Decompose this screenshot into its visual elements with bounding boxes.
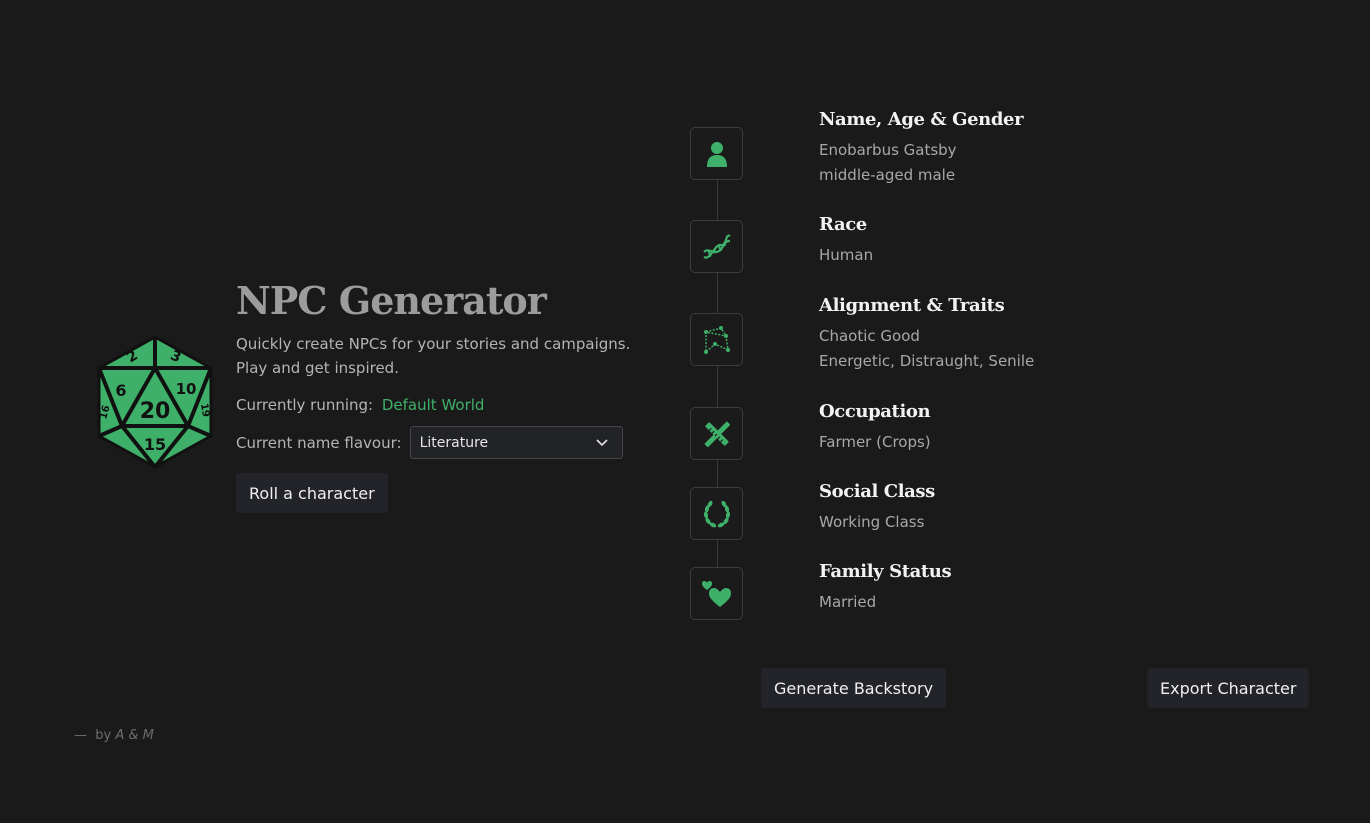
roll-character-button[interactable]: Roll a character	[236, 473, 388, 513]
name-age-gender-section: Name, Age & Gender Enobarbus Gatsby midd…	[819, 108, 1024, 188]
character-family-status: Married	[819, 593, 877, 611]
select-value: Literature	[419, 434, 489, 451]
crossed-tools-icon	[690, 407, 743, 460]
occupation-section: Occupation Farmer (Crops)	[819, 400, 931, 455]
credit-by: by	[95, 728, 112, 743]
laurel-wreath-icon	[690, 487, 743, 540]
credit-authors: A & M	[115, 728, 154, 743]
family-status-section: Family Status Married	[819, 560, 952, 615]
current-world: Currently running: Default World	[236, 396, 656, 414]
race-section: Race Human	[819, 213, 873, 268]
credit-dash: —	[74, 728, 87, 743]
dice-number-6: 6	[115, 381, 126, 400]
person-icon	[690, 127, 743, 180]
section-title: Occupation	[819, 401, 931, 422]
flavour-label: Current name flavour:	[236, 433, 402, 452]
dna-icon	[690, 220, 743, 273]
section-title: Family Status	[819, 561, 952, 582]
character-race: Human	[819, 246, 874, 264]
intro-panel: NPC Generator Quickly create NPCs for yo…	[236, 278, 656, 513]
section-title: Social Class	[819, 481, 935, 502]
hearts-icon	[690, 567, 743, 620]
credit-footer: — by A & M	[74, 728, 154, 743]
character-traits: Energetic, Distraught, Senile	[819, 352, 1035, 370]
section-title: Alignment & Traits	[819, 295, 1005, 316]
section-title: Race	[819, 214, 867, 235]
constellation-icon	[690, 313, 743, 366]
dice-number-15: 15	[144, 435, 166, 454]
tagline: Quickly create NPCs for your stories and…	[236, 335, 631, 377]
name-flavour-row: Current name flavour: Literature	[236, 426, 656, 459]
social-class-section: Social Class Working Class	[819, 480, 935, 535]
dice-number-20: 20	[140, 399, 171, 424]
character-age-gender: middle-aged male	[819, 166, 956, 184]
generate-backstory-button[interactable]: Generate Backstory	[761, 668, 947, 708]
character-name: Enobarbus Gatsby	[819, 141, 957, 159]
character-social-class: Working Class	[819, 513, 925, 531]
running-label: Currently running:	[236, 396, 374, 414]
alignment-traits-section: Alignment & Traits Chaotic Good Energeti…	[819, 294, 1034, 374]
page-title: NPC Generator	[236, 278, 547, 323]
dice-number-10: 10	[176, 380, 197, 398]
chevron-down-icon	[596, 438, 608, 446]
d20-dice-icon: 2 3 6 20 10 16 19 15	[97, 335, 213, 469]
character-alignment: Chaotic Good	[819, 327, 920, 345]
section-title: Name, Age & Gender	[819, 109, 1024, 130]
name-flavour-select[interactable]: Literature	[409, 426, 623, 459]
world-link[interactable]: Default World	[382, 396, 485, 414]
export-character-button[interactable]: Export Character	[1147, 668, 1310, 708]
character-occupation: Farmer (Crops)	[819, 433, 931, 451]
